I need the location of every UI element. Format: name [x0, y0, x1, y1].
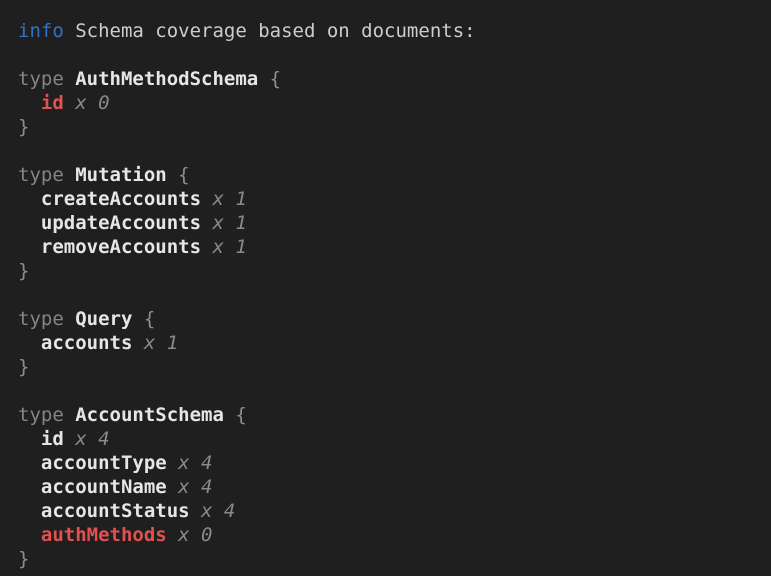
type-keyword: type [18, 308, 75, 330]
type-or-field-name: AccountSchema [75, 404, 224, 426]
text [18, 212, 41, 234]
type-or-field-name: accountName [41, 476, 167, 498]
terminal-line: authMethods x 0 [18, 523, 761, 547]
usage-count: x 0 [167, 524, 213, 546]
text [18, 476, 41, 498]
usage-count: x 4 [167, 452, 213, 474]
uncovered-field-name: id [41, 92, 64, 114]
terminal-line [18, 43, 761, 67]
brace: { [167, 164, 190, 186]
text [18, 500, 41, 522]
terminal-line: type AuthMethodSchema { [18, 67, 761, 91]
type-or-field-name: accountType [41, 452, 167, 474]
terminal-line: type AccountSchema { [18, 403, 761, 427]
type-or-field-name: removeAccounts [41, 236, 201, 258]
usage-count: x 1 [201, 188, 247, 210]
type-keyword: type [18, 404, 75, 426]
terminal-line: type Query { [18, 307, 761, 331]
terminal-line: id x 0 [18, 91, 761, 115]
terminal-line: accounts x 1 [18, 331, 761, 355]
text [18, 452, 41, 474]
text [18, 188, 41, 210]
type-or-field-name: createAccounts [41, 188, 201, 210]
terminal-line [18, 283, 761, 307]
terminal-output[interactable]: info Schema coverage based on documents:… [0, 0, 771, 576]
terminal-line: } [18, 115, 761, 139]
usage-count: x 4 [64, 428, 110, 450]
usage-count: x 1 [201, 236, 247, 258]
terminal-line [18, 139, 761, 163]
usage-count: x 1 [201, 212, 247, 234]
text [18, 524, 41, 546]
brace: } [18, 116, 29, 138]
terminal-line: type Mutation { [18, 163, 761, 187]
terminal-line: accountType x 4 [18, 451, 761, 475]
brace: } [18, 356, 29, 378]
usage-count: x 0 [64, 92, 110, 114]
text [18, 332, 41, 354]
terminal-line: accountStatus x 4 [18, 499, 761, 523]
terminal-line: id x 4 [18, 427, 761, 451]
type-keyword: type [18, 164, 75, 186]
brace: } [18, 548, 29, 570]
terminal-line: accountName x 4 [18, 475, 761, 499]
type-or-field-name: accounts [41, 332, 133, 354]
terminal-line: } [18, 547, 761, 571]
type-or-field-name: AuthMethodSchema [75, 68, 258, 90]
terminal-line: createAccounts x 1 [18, 187, 761, 211]
uncovered-field-name: authMethods [41, 524, 167, 546]
terminal-line: info Schema coverage based on documents: [18, 19, 761, 43]
terminal-line: updateAccounts x 1 [18, 211, 761, 235]
brace: } [18, 260, 29, 282]
usage-count: x 4 [190, 500, 236, 522]
text [18, 92, 41, 114]
brace: { [132, 308, 155, 330]
text: Schema coverage based on documents: [64, 20, 476, 42]
type-or-field-name: id [41, 428, 64, 450]
info-label: info [18, 20, 64, 42]
type-keyword: type [18, 68, 75, 90]
terminal-line: removeAccounts x 1 [18, 235, 761, 259]
terminal-line [18, 379, 761, 403]
type-or-field-name: updateAccounts [41, 212, 201, 234]
type-or-field-name: accountStatus [41, 500, 190, 522]
text [18, 236, 41, 258]
terminal-line: } [18, 259, 761, 283]
brace: { [224, 404, 247, 426]
terminal-line: } [18, 355, 761, 379]
text [18, 428, 41, 450]
brace: { [258, 68, 281, 90]
type-or-field-name: Mutation [75, 164, 167, 186]
usage-count: x 1 [132, 332, 178, 354]
type-or-field-name: Query [75, 308, 132, 330]
usage-count: x 4 [167, 476, 213, 498]
